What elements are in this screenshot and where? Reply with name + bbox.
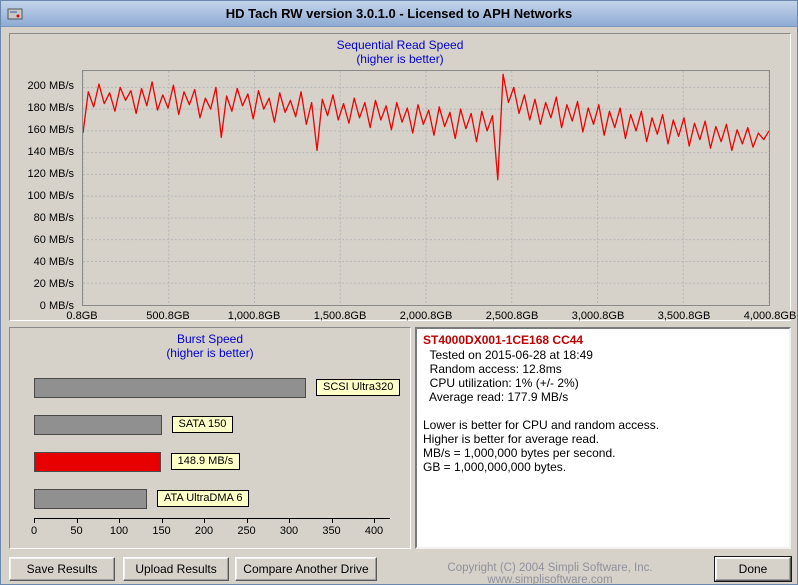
- y-axis-tick-label: 100 MB/s: [27, 190, 74, 203]
- drive-info-line: Lower is better for CPU and random acces…: [423, 418, 660, 432]
- y-axis-tick-label: 80 MB/s: [33, 212, 74, 225]
- y-axis-tick-label: 60 MB/s: [33, 234, 74, 247]
- y-axis-tick-label: 160 MB/s: [27, 124, 74, 137]
- burst-x-axis: 0 50 100 150 200 250 300 350 400: [31, 518, 390, 537]
- burst-bar: [34, 452, 161, 472]
- x-axis-tick-label: 2,500.8GB: [485, 310, 539, 322]
- save-results-button[interactable]: Save Results: [9, 557, 115, 581]
- copyright-text: Copyright (C) 2004 Simpli Software, Inc.…: [447, 562, 653, 585]
- burst-bar-label: SCSI Ultra320: [316, 379, 401, 396]
- burst-axis-tick-label: 200: [194, 525, 214, 537]
- burst-bars-area: SCSI Ultra320 SATA 150 148.9 MB/s ATA Ultra…: [34, 378, 408, 518]
- window-title: HD Tach RW version 3.0.1.0 - Licensed to…: [225, 6, 573, 21]
- x-axis-tick-label: 1,000.8GB: [227, 310, 281, 322]
- drive-info-line: CPU utilization: 1% (+/- 2%): [423, 376, 579, 390]
- burst-axis-tick: [374, 519, 375, 523]
- burst-chart-title: Burst Speed (higher is better): [10, 332, 410, 360]
- burst-axis-tick: [76, 519, 78, 523]
- sequential-plot-area: [82, 70, 770, 306]
- burst-axis-tick: [246, 519, 248, 523]
- sequential-read-panel: Sequential Read Speed (higher is better)…: [9, 33, 796, 322]
- burst-chart-title-text: Burst Speed: [176, 332, 244, 346]
- burst-axis-tick: [289, 519, 290, 523]
- burst-axis-tick: [331, 519, 333, 523]
- x-axis-tick-label: 3,500.8GB: [657, 310, 711, 322]
- burst-axis-tick: [204, 519, 205, 523]
- burst-chart-subtitle: (higher is better): [166, 346, 254, 360]
- title-bar[interactable]: HD Tach RW version 3.0.1.0 - Licensed to…: [1, 1, 797, 27]
- y-axis-tick-label: 200 MB/s: [27, 80, 74, 93]
- drive-info-panel: ST4000DX001-1CE168 CC44 Tested on 2015-0…: [415, 327, 791, 549]
- drive-info-line: Tested on 2015-06-28 at 18:49: [423, 348, 593, 362]
- burst-axis-tick-label: 50: [70, 525, 83, 537]
- burst-bar: [34, 415, 162, 435]
- drive-model-label: ST4000DX001-1CE168 CC44: [423, 333, 584, 347]
- y-axis-tick-label: 120 MB/s: [27, 168, 74, 181]
- y-axis-tick-label: 40 MB/s: [33, 256, 74, 269]
- burst-axis-tick-label: 100: [109, 525, 129, 537]
- sequential-chart-title-text: Sequential Read Speed: [336, 38, 464, 52]
- drive-info-line: Higher is better for average read.: [423, 432, 600, 446]
- x-axis-tick-label: 0.8GB: [66, 310, 98, 322]
- x-axis-tick-label: 1,500.8GB: [313, 310, 367, 322]
- y-axis-tick-label: 180 MB/s: [27, 102, 74, 115]
- x-axis-tick-label: 3,000.8GB: [571, 310, 625, 322]
- drive-info-line: GB = 1,000,000,000 bytes.: [423, 460, 567, 474]
- sequential-chart-title: Sequential Read Speed (higher is better): [10, 38, 790, 66]
- drive-info-line: [423, 404, 783, 418]
- drive-info-lines: Tested on 2015-06-28 at 18:49 Random acc…: [423, 348, 783, 474]
- burst-bar-label: ATA UltraDMA 6: [157, 490, 250, 507]
- sequential-read-line-chart: [83, 71, 769, 305]
- burst-axis-tick: [34, 519, 35, 523]
- compare-another-drive-button[interactable]: Compare Another Drive: [235, 557, 377, 581]
- drive-info-line: Random access: 12.8ms: [423, 362, 562, 376]
- burst-axis-tick-label: 350: [322, 525, 341, 537]
- burst-axis-tick-label: 400: [364, 525, 384, 537]
- sequential-chart-subtitle: (higher is better): [356, 52, 444, 66]
- burst-bar: [34, 378, 306, 398]
- burst-axis-tick: [119, 519, 120, 523]
- burst-axis-tick-label: 150: [152, 525, 171, 537]
- burst-axis-tick: [161, 519, 163, 523]
- burst-bar: [34, 489, 147, 509]
- burst-speed-panel: Burst Speed (higher is better) SCSI Ultr…: [9, 327, 411, 549]
- burst-bar-label: SATA 150: [171, 416, 234, 433]
- hd-tach-window: HD Tach RW version 3.0.1.0 - Licensed to…: [0, 0, 798, 585]
- app-icon: [7, 6, 23, 22]
- y-axis-tick-label: 0 MB/s: [39, 300, 74, 312]
- drive-info-line: Average read: 177.9 MB/s: [423, 390, 569, 404]
- done-button[interactable]: Done: [715, 557, 791, 581]
- x-axis-tick-label: 500.8GB: [146, 310, 190, 322]
- sequential-y-axis: 0 MB/s 20 MB/s 40 MB/s 60 MB/s 80 MB/s 100 MB…: [10, 70, 76, 312]
- burst-axis-tick-label: 0: [30, 525, 38, 537]
- y-axis-tick-label: 140 MB/s: [27, 146, 74, 159]
- sequential-x-axis: 0.8GB 500.8GB 1,000.8GB 1,500.8GB 2,000.8GB 2…: [66, 310, 796, 326]
- burst-axis-tick-label: 300: [279, 525, 299, 537]
- x-axis-tick-label: 4,000.8GB: [743, 310, 797, 322]
- x-axis-tick-label: 2,000.8GB: [399, 310, 453, 322]
- drive-info-line: MB/s = 1,000,000 bytes per second.: [423, 446, 616, 460]
- burst-axis-tick-label: 250: [237, 525, 256, 537]
- y-axis-tick-label: 20 MB/s: [33, 278, 74, 291]
- burst-bar-label: 148.9 MB/s: [170, 453, 241, 470]
- upload-results-button[interactable]: Upload Results: [123, 557, 229, 581]
